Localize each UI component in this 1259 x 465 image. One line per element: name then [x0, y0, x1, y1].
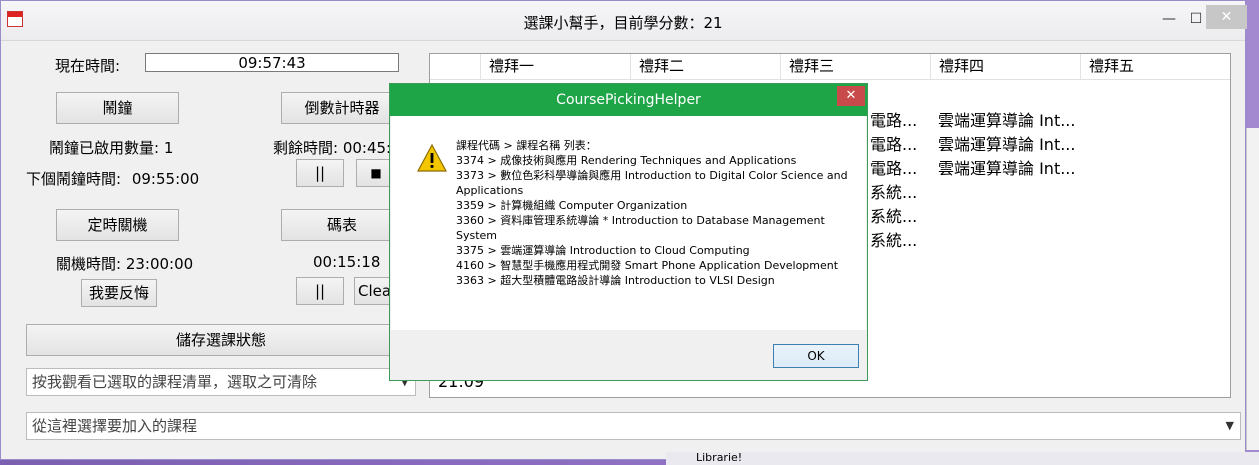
- window-title: 選課小幫手，目前學分數：21: [523, 14, 723, 32]
- grid-cell[interactable]: 電路...: [870, 107, 917, 131]
- col-wednesday[interactable]: 禮拜三: [780, 54, 930, 79]
- grid-cell[interactable]: 雲端運算導論 Int...: [938, 131, 1075, 155]
- save-selection-button[interactable]: 儲存選課狀態: [26, 324, 416, 356]
- grid-cell[interactable]: 系統...: [870, 227, 917, 251]
- minimize-button[interactable]: —: [1155, 9, 1183, 29]
- add-course-dropdown[interactable]: 從這裡選擇要加入的課程 ▼: [26, 412, 1241, 440]
- grid-cell[interactable]: 系統...: [870, 203, 917, 227]
- selected-courses-dropdown[interactable]: 按我觀看已選取的課程清單，選取之可清除 ▼: [26, 368, 416, 396]
- next-alarm-label: 下個鬧鐘時間:: [26, 170, 122, 188]
- close-button[interactable]: ✕: [1206, 5, 1247, 29]
- current-time-label: 現在時間:: [55, 57, 121, 75]
- dialog-line: 3363 > 超大型積體電路設計導論 Introduction to VLSI …: [456, 274, 775, 287]
- stopwatch-pause-button[interactable]: ||: [296, 277, 344, 305]
- cancel-shutdown-button[interactable]: 我要反悔: [81, 279, 157, 307]
- title-bar: 選課小幫手，目前學分數：21 — ☐ ✕: [1, 1, 1247, 41]
- scheduled-shutdown-button[interactable]: 定時關機: [56, 209, 179, 241]
- grid-cell[interactable]: 雲端運算導論 Int...: [938, 155, 1075, 179]
- next-alarm-value: 09:55:00: [131, 170, 200, 188]
- chevron-down-icon: ▼: [1225, 419, 1234, 432]
- dialog-message: 課程代碼 > 課程名稱 列表： 3374 > 成像技術與應用 Rendering…: [456, 138, 856, 288]
- alarm-enabled-count: 鬧鐘已啟用數量: 1: [49, 137, 173, 158]
- grid-cell[interactable]: 雲端運算導論 Int...: [938, 107, 1075, 131]
- alarm-enabled-count-value: 1: [163, 139, 174, 157]
- col-friday[interactable]: 禮拜五: [1080, 54, 1230, 79]
- next-alarm: 下個鬧鐘時間: 09:55:00: [26, 168, 199, 189]
- alarm-enabled-count-label: 鬧鐘已啟用數量:: [49, 139, 160, 157]
- grid-cell[interactable]: 電路...: [870, 131, 917, 155]
- shutdown-time: 關機時間: 23:00:00: [56, 255, 194, 273]
- stopwatch-button[interactable]: 碼表: [281, 209, 403, 241]
- dialog-close-button[interactable]: ✕: [837, 86, 865, 106]
- dialog-line: 課程代碼 > 課程名稱 列表：: [456, 139, 597, 152]
- col-monday[interactable]: 禮拜一: [480, 54, 630, 79]
- stopwatch-value: 00:15:18: [313, 253, 381, 271]
- col-tuesday[interactable]: 禮拜二: [630, 54, 780, 79]
- grid-header: 禮拜一 禮拜二 禮拜三 禮拜四 禮拜五: [430, 54, 1230, 80]
- dialog-line: 3375 > 雲端運算導論 Introduction to Cloud Comp…: [456, 244, 750, 257]
- countdown-remaining: 剩餘時間: 00:45:: [273, 139, 392, 157]
- message-dialog: CoursePickingHelper ✕ 課程代碼 > 課程名稱 列表： 33…: [389, 83, 868, 381]
- dialog-body: 課程代碼 > 課程名稱 列表： 3374 > 成像技術與應用 Rendering…: [391, 116, 866, 330]
- dialog-line: 4160 > 智慧型手機應用程式開發 Smart Phone Applicati…: [456, 259, 839, 272]
- dialog-line: 3360 > 資料庫管理系統導論 * Introduction to Datab…: [456, 214, 825, 242]
- grid-cell[interactable]: 系統...: [870, 179, 917, 203]
- selected-courses-text: 按我觀看已選取的課程清單，選取之可清除: [32, 373, 318, 391]
- grid-corner: [430, 54, 480, 79]
- background-taskbar-text: Librarie!: [696, 451, 743, 464]
- dialog-title: CoursePickingHelper: [390, 84, 867, 116]
- add-course-text: 從這裡選擇要加入的課程: [32, 417, 198, 435]
- background-window-edge: [1246, 128, 1259, 450]
- warning-icon: [417, 144, 447, 172]
- alarm-button[interactable]: 鬧鐘: [56, 92, 179, 124]
- grid-cell[interactable]: 電路...: [870, 155, 917, 179]
- dialog-line: 3374 > 成像技術與應用 Rendering Techniques and …: [456, 154, 797, 167]
- countdown-timer-button[interactable]: 倒數計時器: [281, 92, 403, 124]
- current-time-display: 09:57:43: [145, 53, 399, 72]
- background-taskbar: Librarie!: [666, 451, 1259, 465]
- dialog-line: 3359 > 計算機組織 Computer Organization: [456, 199, 688, 212]
- col-thursday[interactable]: 禮拜四: [930, 54, 1080, 79]
- dialog-line: 3373 > 數位色彩科學導論與應用 Introduction to Digit…: [456, 169, 848, 197]
- ok-button[interactable]: OK: [773, 344, 859, 368]
- countdown-pause-button[interactable]: ||: [296, 159, 344, 187]
